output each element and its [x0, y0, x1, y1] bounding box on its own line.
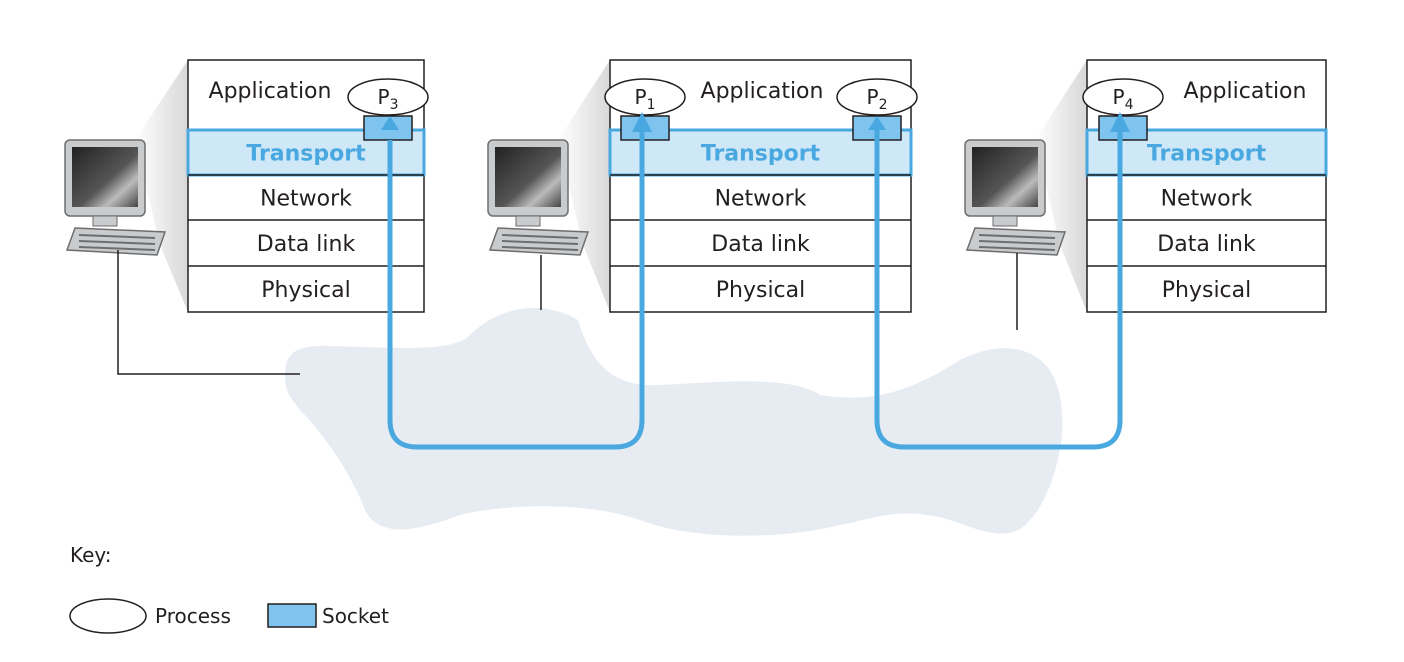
layer-label-network: Network: [260, 187, 352, 212]
key-socket-label: Socket: [322, 604, 389, 628]
layer-label-application: Application: [209, 79, 332, 104]
process-name: P: [1113, 85, 1125, 109]
process-socket-diagram: Application Transport Network Data link Phys…: [64, 59, 1328, 634]
layer-label-transport: Transport: [701, 142, 821, 167]
layer-label-data-link: Data link: [1157, 232, 1256, 257]
socket: [620, 115, 670, 141]
key-process-ellipse: [69, 598, 147, 634]
layer-label-transport: Transport: [246, 142, 366, 167]
layer-label-physical: Physical: [716, 278, 806, 303]
process-name: P: [378, 85, 390, 109]
process-name: P: [867, 85, 879, 109]
key-socket-rect: [267, 603, 317, 628]
process-subscript: 1: [647, 97, 656, 113]
network-cloud: [285, 308, 1063, 536]
process-name: P: [635, 85, 647, 109]
layer-label-data-link: Data link: [257, 232, 356, 257]
process-subscript: 3: [390, 97, 399, 113]
layer-label-data-link: Data link: [711, 232, 810, 257]
process-subscript: 2: [879, 97, 888, 113]
layer-label-transport: Transport: [1147, 142, 1267, 167]
socket: [1098, 115, 1148, 141]
host-3: Application Transport Network Data link Phys…: [964, 59, 1328, 330]
key-process-label: Process: [155, 604, 231, 628]
layer-label-physical: Physical: [1162, 278, 1252, 303]
layer-label-network: Network: [715, 187, 807, 212]
host-1: Application Transport Network Data link Phys…: [64, 59, 429, 375]
host-2: Application Transport Network Data link Phys…: [487, 59, 918, 313]
layer-label-network: Network: [1161, 187, 1253, 212]
process-subscript: 4: [1125, 97, 1134, 113]
key-title: Key:: [70, 543, 112, 567]
layer-label-application: Application: [1184, 79, 1307, 104]
layer-label-physical: Physical: [261, 278, 351, 303]
layer-label-application: Application: [701, 79, 824, 104]
